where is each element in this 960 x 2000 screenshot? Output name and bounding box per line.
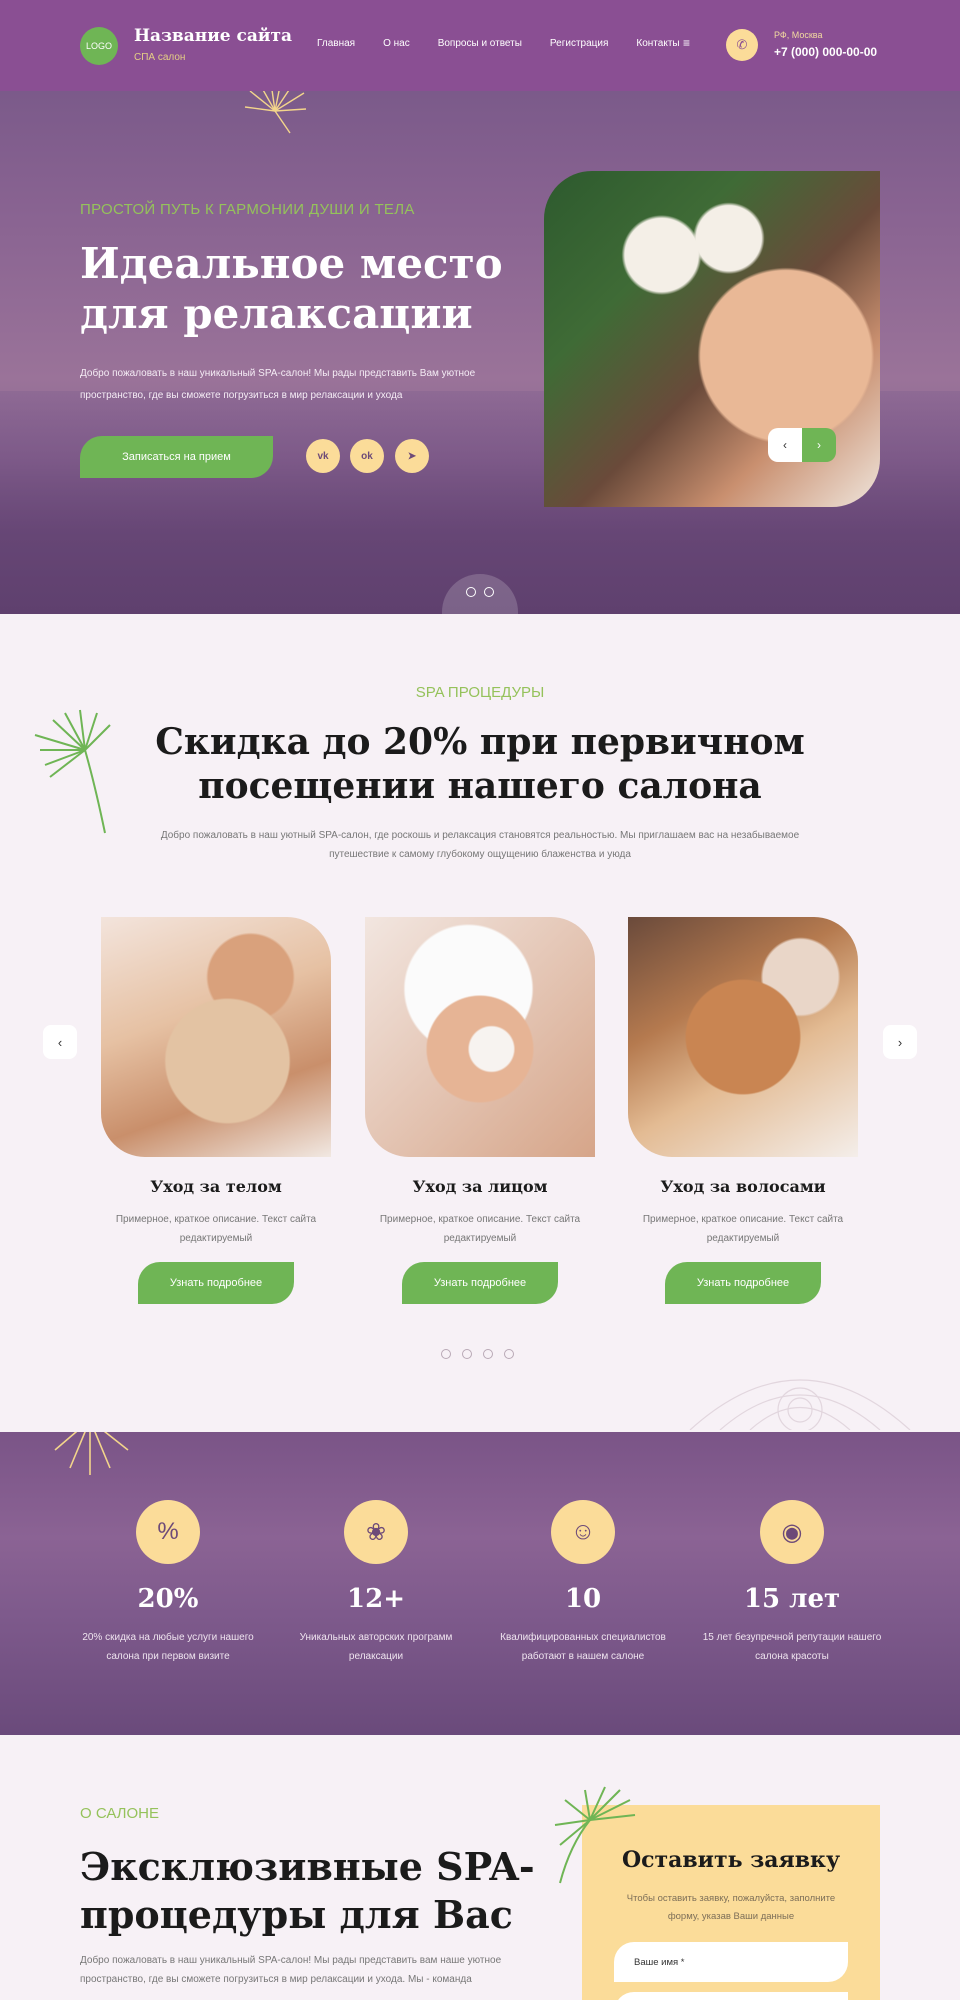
stat-item: ◉ 15 лет 15 лет безупречной репутации на… — [692, 1432, 892, 1666]
service-image-face — [365, 917, 595, 1157]
hero-slider-nav: ‹ › — [768, 428, 836, 462]
nav-item-faq[interactable]: Вопросы и ответы — [438, 38, 522, 49]
vk-icon[interactable]: vk — [306, 439, 340, 473]
services-tagline: SPA ПРОЦЕДУРЫ — [415, 684, 545, 701]
hero-tagline: ПРОСТОЙ ПУТЬ К ГАРМОНИИ ДУШИ И ТЕЛА — [80, 201, 415, 218]
main-nav: Главная О нас Вопросы и ответы Регистрац… — [317, 38, 680, 49]
stat-text: 20% скидка на любые услуги нашего салона… — [82, 1632, 254, 1662]
yoga-icon: ❀ — [344, 1500, 408, 1564]
learn-more-button[interactable]: Узнать подробнее — [402, 1262, 558, 1304]
ok-icon[interactable]: ok — [350, 439, 384, 473]
discount-icon: % — [136, 1500, 200, 1564]
menu-icon[interactable]: ≡ — [683, 36, 690, 50]
stat-text: 15 лет безупречной репутации нашего сало… — [702, 1632, 882, 1662]
slider-dot[interactable] — [483, 1349, 493, 1359]
palm-leaf-decoration — [554, 1786, 636, 1884]
book-appointment-button[interactable]: Записаться на прием — [80, 436, 273, 478]
name-field[interactable]: Ваше имя * — [614, 1942, 848, 1982]
services-slider-dots — [441, 1349, 514, 1359]
stats-section: % 20% 20% скидка на любые услуги нашего … — [0, 1432, 960, 1735]
telegram-icon[interactable]: ➤ — [395, 439, 429, 473]
nav-item-home[interactable]: Главная — [317, 38, 355, 49]
service-image-body — [101, 917, 331, 1157]
hero-description: Добро пожаловать в наш уникальный SPA-са… — [80, 368, 476, 401]
city-label: РФ, Москва — [774, 30, 823, 40]
slider-dot[interactable] — [504, 1349, 514, 1359]
service-card-text: Примерное, краткое описание. Текст сайта… — [642, 1214, 844, 1244]
about-title: Эксклюзивные SPA-процедуры для Вас — [80, 1844, 535, 1937]
hero-next-button[interactable]: › — [802, 428, 836, 462]
service-card-title: Уход за телом — [150, 1177, 282, 1196]
service-card-text: Примерное, краткое описание. Текст сайта… — [115, 1214, 317, 1244]
learn-more-button[interactable]: Узнать подробнее — [665, 1262, 821, 1304]
stat-item: ❀ 12+ Уникальных авторских программ рела… — [276, 1432, 476, 1666]
about-description: Добро пожаловать в наш уникальный SPA-са… — [80, 1955, 502, 1985]
services-next-button[interactable]: › — [883, 1025, 917, 1059]
nav-item-about[interactable]: О нас — [383, 38, 410, 49]
nav-item-contacts[interactable]: Контакты — [636, 38, 679, 49]
logo[interactable]: LOGO — [80, 27, 118, 65]
stat-number: 10 — [564, 1584, 602, 1614]
service-card-text: Примерное, краткое описание. Текст сайта… — [379, 1214, 581, 1244]
stat-number: 12+ — [347, 1584, 405, 1614]
mandala-decoration — [689, 1379, 911, 1430]
stones-icon: ◉ — [760, 1500, 824, 1564]
slider-dot[interactable] — [484, 587, 494, 597]
services-prev-button[interactable]: ‹ — [43, 1025, 77, 1059]
site-name[interactable]: Название сайта — [134, 26, 292, 46]
hero-section: ПРОСТОЙ ПУТЬ К ГАРМОНИИ ДУШИ И ТЕЛА Идеа… — [0, 91, 960, 614]
service-card-title: Уход за волосами — [660, 1177, 826, 1196]
service-card-face: Уход за лицом Примерное, краткое описани… — [365, 917, 595, 1304]
slider-dot[interactable] — [466, 587, 476, 597]
stat-number: 15 лет — [743, 1584, 841, 1614]
about-tagline: О САЛОНЕ — [80, 1805, 160, 1822]
stat-text: Уникальных авторских программ релаксации — [299, 1632, 453, 1662]
phone-number[interactable]: +7 (000) 000-00-00 — [774, 45, 877, 59]
nav-item-registration[interactable]: Регистрация — [550, 38, 608, 49]
stat-number: 20% — [137, 1584, 199, 1614]
learn-more-button[interactable]: Узнать подробнее — [138, 1262, 294, 1304]
phone-icon[interactable]: ✆ — [726, 29, 758, 61]
services-description: Добро пожаловать в наш уютный SPA-салон,… — [160, 830, 800, 860]
slider-dot[interactable] — [462, 1349, 472, 1359]
sunburst-decoration — [244, 91, 307, 134]
service-card-body: Уход за телом Примерное, краткое описани… — [101, 917, 331, 1304]
service-card-title: Уход за лицом — [412, 1177, 548, 1196]
stat-item: % 20% 20% скидка на любые услуги нашего … — [68, 1432, 268, 1666]
slider-dot[interactable] — [441, 1349, 451, 1359]
stat-item: ☺ 10 Квалифицированных специалистов рабо… — [483, 1432, 683, 1666]
services-title: Скидка до 20% при первичном посещении на… — [155, 721, 805, 807]
site-header: LOGO Название сайта СПА салон Главная О … — [0, 0, 960, 91]
service-card-hair: Уход за волосами Примерное, краткое опис… — [628, 917, 858, 1304]
specialist-icon: ☺ — [551, 1500, 615, 1564]
stat-text: Квалифицированных специалистов работают … — [500, 1632, 666, 1662]
form-subtitle: Чтобы оставить заявку, пожалуйста, запол… — [626, 1893, 836, 1922]
phone-field[interactable] — [614, 1992, 848, 2000]
hero-title: Идеальное место для релаксации — [80, 239, 503, 338]
hero-prev-button[interactable]: ‹ — [768, 428, 802, 462]
service-image-hair — [628, 917, 858, 1157]
palm-leaf-decoration — [34, 709, 111, 834]
site-subtitle: СПА салон — [134, 52, 186, 63]
